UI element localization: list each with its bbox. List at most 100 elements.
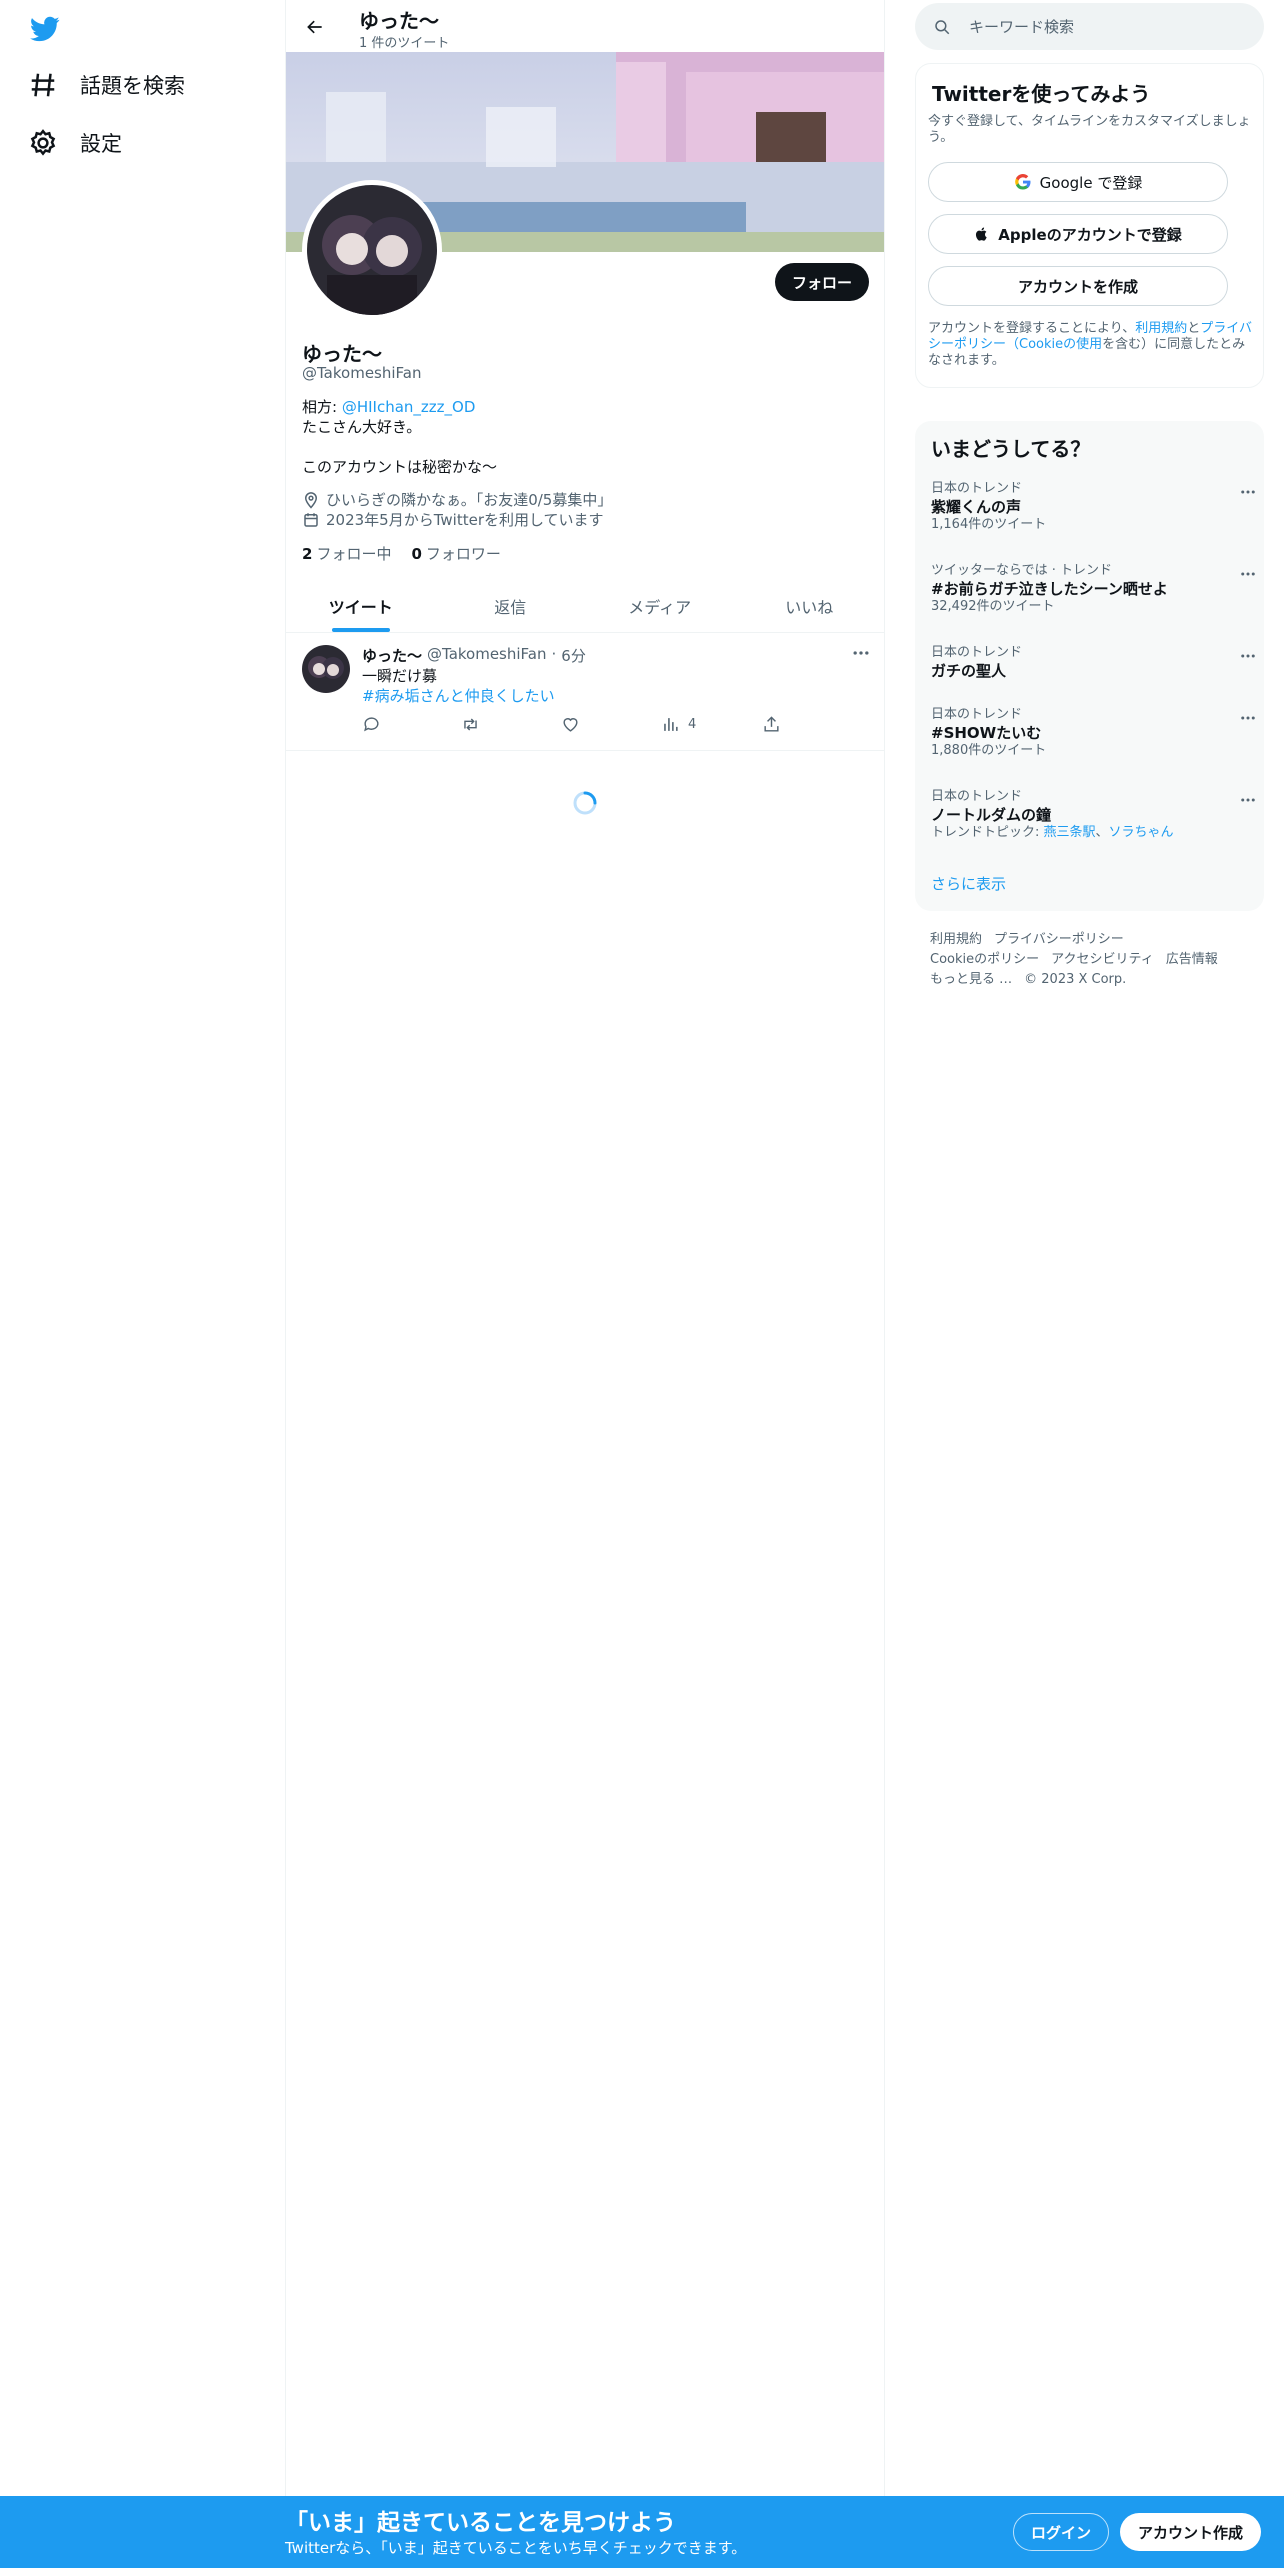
google-signup-button[interactable]: Google で登録 <box>928 162 1228 202</box>
loading-spinner-icon <box>571 789 599 817</box>
gear-icon <box>30 129 56 156</box>
trend-more-button[interactable] <box>1237 707 1259 729</box>
bar-chart-icon <box>664 718 678 731</box>
more-horizontal-icon <box>1241 716 1255 720</box>
nav-settings-label: 設定 <box>80 132 122 156</box>
tweet-author-name[interactable]: ゆった～ <box>362 645 422 666</box>
footer-link-accessibility[interactable]: アクセシビリティ <box>1051 952 1154 967</box>
nav-explore[interactable]: 話題を検索 <box>28 70 185 100</box>
tab-likes[interactable]: いいね <box>735 580 885 632</box>
search-icon <box>935 19 950 34</box>
apple-signup-label: Appleのアカウントで登録 <box>998 225 1182 244</box>
tweet-avatar[interactable] <box>302 645 350 693</box>
trend-item[interactable]: 日本のトレンド 紫耀くんの声 1,164件のツイート <box>931 481 1255 533</box>
reply-button[interactable] <box>362 715 381 734</box>
trend-count: 1,880件のツイート <box>931 743 1047 758</box>
joined-text: 2023年5月からTwitterを利用しています <box>326 511 604 529</box>
follow-button[interactable]: フォロー <box>775 263 869 301</box>
followers-count: 0 <box>411 545 422 563</box>
views-count: 4 <box>688 717 697 732</box>
share-button[interactable] <box>762 715 781 734</box>
trend-name: ノートルダムの鐘 <box>931 806 1052 824</box>
tweet-header: ゆった～ @TakomeshiFan · 6分 <box>362 645 586 666</box>
signup-panel: Twitterを使ってみよう 今すぐ登録して、タイムラインをカスタマイズしましょ… <box>915 63 1264 388</box>
nav-settings[interactable]: 設定 <box>28 128 122 158</box>
footer-link-privacy[interactable]: プライバシーポリシー <box>994 932 1124 947</box>
more-horizontal-icon <box>1241 654 1255 658</box>
terms-link[interactable]: 利用規約 <box>1135 321 1187 336</box>
trend-more-button[interactable] <box>1237 563 1259 585</box>
trend-item[interactable]: ツイッターならでは · トレンド #お前らガチ泣きしたシーン晒せよ 32,492… <box>931 563 1255 615</box>
follow-stats: 2 フォロー中 0 フォロワー <box>302 543 501 564</box>
views-button[interactable]: 4 <box>661 715 696 734</box>
apple-signup-button[interactable]: Appleのアカウントで登録 <box>928 214 1228 254</box>
bio-mention-link[interactable]: @HIIchan_zzz_OD <box>342 398 476 416</box>
tab-tweets[interactable]: ツイート <box>286 580 436 632</box>
trend-context: 日本のトレンド <box>931 789 1023 804</box>
trend-item[interactable]: 日本のトレンド #SHOWたいむ 1,880件のツイート <box>931 707 1255 759</box>
signup-legal: アカウントを登録することにより、利用規約とプライバシーポリシー（Cookieの使… <box>928 321 1253 369</box>
tweet-text: 一瞬だけ募 #病み垢さんと仲良くしたい <box>362 666 555 706</box>
topbar-tweet-count: 1 件のツイート <box>359 36 450 51</box>
profile-name: ゆった～ <box>302 342 382 366</box>
tweet-dot: · <box>551 645 557 663</box>
tweet-time[interactable]: 6分 <box>561 645 586 666</box>
following-count: 2 <box>302 545 313 563</box>
signup-title: Twitterを使ってみよう <box>932 82 1151 106</box>
nav-explore-label: 話題を検索 <box>80 74 185 98</box>
trend-name: #お前らガチ泣きしたシーン晒せよ <box>931 580 1168 598</box>
trend-topic-link[interactable]: 燕三条駅 <box>1044 825 1096 840</box>
tab-replies[interactable]: 返信 <box>436 580 586 632</box>
retweet-button[interactable] <box>461 715 480 734</box>
trend-item[interactable]: 日本のトレンド ガチの聖人 <box>931 645 1255 681</box>
tweet-more-button[interactable] <box>849 641 873 665</box>
trend-more-button[interactable] <box>1237 645 1259 667</box>
trend-topic-link[interactable]: ソラちゃん <box>1109 825 1174 840</box>
following-link[interactable]: 2 フォロー中 <box>302 543 391 564</box>
trends-panel: いまどうしてる？ 日本のトレンド 紫耀くんの声 1,164件のツイート ツイッタ… <box>915 421 1264 911</box>
tab-media[interactable]: メディア <box>585 580 735 632</box>
twitter-logo-icon[interactable] <box>28 14 62 44</box>
login-button[interactable]: ログイン <box>1013 2513 1109 2551</box>
more-horizontal-icon <box>1241 490 1255 494</box>
tweet-hashtag-link[interactable]: #病み垢さんと仲良くしたい <box>362 686 555 706</box>
profile-tabs: ツイート 返信 メディア いいね <box>286 580 884 633</box>
trends-show-more-link[interactable]: さらに表示 <box>931 873 1006 894</box>
create-account-button[interactable]: アカウントを作成 <box>928 266 1228 306</box>
footer-link-terms[interactable]: 利用規約 <box>930 932 982 947</box>
trend-name: ガチの聖人 <box>931 662 1007 680</box>
trends-title: いまどうしてる？ <box>931 437 1091 461</box>
footer-copyright: © 2023 X Corp. <box>1024 972 1127 987</box>
location-text: ひいらぎの隣かなぁ。「お友達0/5募集中」 <box>326 491 613 509</box>
tweet-actions: 4 <box>362 715 802 735</box>
more-horizontal-icon <box>1241 572 1255 576</box>
following-label: フォロー中 <box>316 545 392 563</box>
tweet-author-handle[interactable]: @TakomeshiFan <box>427 645 546 666</box>
legal-text-2: と <box>1187 321 1201 336</box>
signup-button[interactable]: アカウント作成 <box>1120 2513 1261 2551</box>
more-horizontal-icon <box>1241 798 1255 802</box>
signup-bottom-bar: 「いま」起きていることを見つけよう Twitterなら、「いま」起きていることを… <box>0 2496 1284 2568</box>
profile-bio: 相方: @HIIchan_zzz_OD たこさん大好き。 このアカウントは秘密か… <box>302 397 497 477</box>
footer-link-cookie[interactable]: Cookieのポリシー <box>930 952 1039 967</box>
bottom-bar-title: 「いま」起きていることを見つけよう <box>285 2510 676 2536</box>
trend-item[interactable]: 日本のトレンド ノートルダムの鐘 トレンドトピック: 燕三条駅、ソラちゃん <box>931 789 1255 841</box>
google-signup-label: Google で登録 <box>1039 173 1143 192</box>
tweet-body: 一瞬だけ募 <box>362 667 438 685</box>
followers-link[interactable]: 0 フォロワー <box>411 543 500 564</box>
footer-link-more[interactable]: もっと見る … <box>930 972 1012 987</box>
profile-avatar[interactable] <box>302 180 442 320</box>
trend-topics-prefix: トレンドトピック: <box>931 825 1044 840</box>
trend-more-button[interactable] <box>1237 481 1259 503</box>
trend-more-button[interactable] <box>1237 789 1259 811</box>
profile-topbar: ゆった～ 1 件のツイート <box>286 0 884 52</box>
trend-count: 1,164件のツイート <box>931 517 1047 532</box>
back-button[interactable] <box>298 10 332 44</box>
search-input[interactable]: キーワード検索 <box>915 3 1264 50</box>
tweet[interactable]: ゆった～ @TakomeshiFan · 6分 一瞬だけ募 #病み垢さんと仲良く… <box>286 633 884 751</box>
profile-joined: 2023年5月からTwitterを利用しています <box>302 509 604 530</box>
bio-line-1: 相方: @HIIchan_zzz_OD <box>302 397 497 417</box>
footer-link-ads[interactable]: 広告情報 <box>1166 952 1218 967</box>
like-button[interactable] <box>561 715 580 734</box>
bio-prefix: 相方: <box>302 398 342 416</box>
